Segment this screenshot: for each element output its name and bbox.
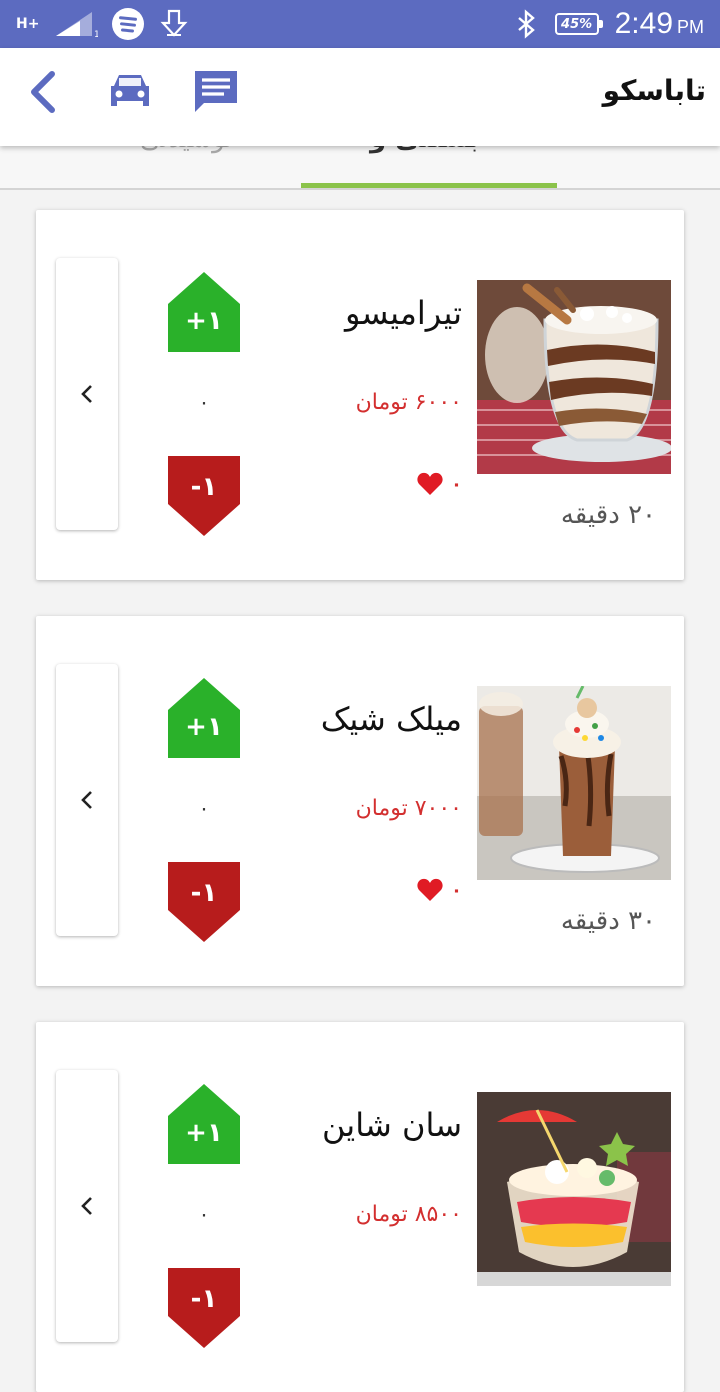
decrease-quantity-button[interactable]: -۱ — [168, 1268, 240, 1348]
prep-time: ۲۰ دقیقه — [560, 500, 656, 530]
quantity-value: ۰ — [198, 796, 210, 820]
heart-icon — [417, 878, 443, 901]
item-price: ۷۰۰۰ تومان — [355, 796, 462, 821]
network-type-label: H+ — [16, 16, 40, 32]
tab-ice-cream[interactable]: بستنی و — [370, 146, 479, 154]
plus-label: +۱ — [185, 306, 223, 336]
battery-level: 45% — [561, 16, 593, 32]
chevron-left-icon — [81, 791, 92, 809]
minus-label: -۱ — [190, 878, 218, 908]
battery-icon: 45% — [554, 13, 603, 35]
item-price: ۸۵۰۰ تومان — [355, 1202, 462, 1227]
plus-label: +۱ — [185, 712, 223, 742]
menu-item-card: +۱ ۰ -۱ میلک شیک ۷۰۰۰ تومان ۰ ۳۰ دقیقه — [36, 616, 684, 986]
message-icon[interactable] — [192, 68, 240, 114]
signal-icon: 1 — [56, 12, 98, 38]
back-arrow-icon[interactable] — [26, 70, 58, 114]
plus-label: +۱ — [185, 1118, 223, 1148]
prep-time: ۳۰ دقیقه — [560, 906, 656, 936]
app-bar: تاباسکو — [0, 48, 720, 146]
minus-label: -۱ — [190, 1284, 218, 1314]
category-tabs: نوشیدنی بستنی و — [0, 146, 720, 190]
item-price: ۶۰۰۰ تومان — [355, 390, 462, 415]
network-type-icon: H+ — [16, 16, 40, 32]
tab-drinks[interactable]: نوشیدنی — [140, 146, 233, 154]
increase-quantity-button[interactable]: +۱ — [168, 272, 240, 352]
item-detail-button[interactable] — [56, 1070, 118, 1342]
increase-quantity-button[interactable]: +۱ — [168, 678, 240, 758]
decrease-quantity-button[interactable]: -۱ — [168, 456, 240, 536]
likes-count: ۰ — [451, 473, 462, 495]
bluetooth-icon — [517, 9, 535, 39]
download-icon — [160, 9, 188, 37]
increase-quantity-button[interactable]: +۱ — [168, 1084, 240, 1164]
app-title: تاباسکو — [602, 74, 706, 107]
tiramisu-photo — [477, 280, 671, 474]
menu-item-card: +۱ ۰ -۱ تیرامیسو ۶۰۰۰ تومان ۰ ۲۰ دقیقه — [36, 210, 684, 580]
heart-icon — [417, 472, 443, 495]
likes[interactable]: ۰ — [417, 878, 462, 902]
milkshake-photo — [477, 686, 671, 880]
chevron-left-icon — [81, 385, 92, 403]
decrease-quantity-button[interactable]: -۱ — [168, 862, 240, 942]
quantity-value: ۰ — [198, 1202, 210, 1226]
car-icon[interactable] — [106, 70, 154, 112]
menu-item-card: +۱ ۰ -۱ سان شاین ۸۵۰۰ تومان — [36, 1022, 684, 1392]
likes-count: ۰ — [451, 879, 462, 901]
spotify-icon — [112, 8, 144, 40]
sunshine-photo — [477, 1092, 671, 1286]
minus-label: -۱ — [190, 472, 218, 502]
item-detail-button[interactable] — [56, 664, 118, 936]
svg-text:1: 1 — [94, 30, 98, 38]
clock-ampm: PM — [677, 17, 704, 37]
chevron-left-icon — [81, 1197, 92, 1215]
item-detail-button[interactable] — [56, 258, 118, 530]
likes[interactable]: ۰ — [417, 472, 462, 496]
quantity-value: ۰ — [198, 390, 210, 414]
item-name: تیرامیسو — [345, 294, 462, 332]
tab-indicator — [301, 183, 557, 188]
clock-time: 2:49 — [614, 7, 673, 40]
status-bar: H+ 1 45% 2:49 PM — [0, 0, 720, 48]
item-name: سان شاین — [321, 1106, 462, 1144]
item-name: میلک شیک — [320, 700, 462, 738]
clock: 2:49 PM — [615, 7, 704, 41]
